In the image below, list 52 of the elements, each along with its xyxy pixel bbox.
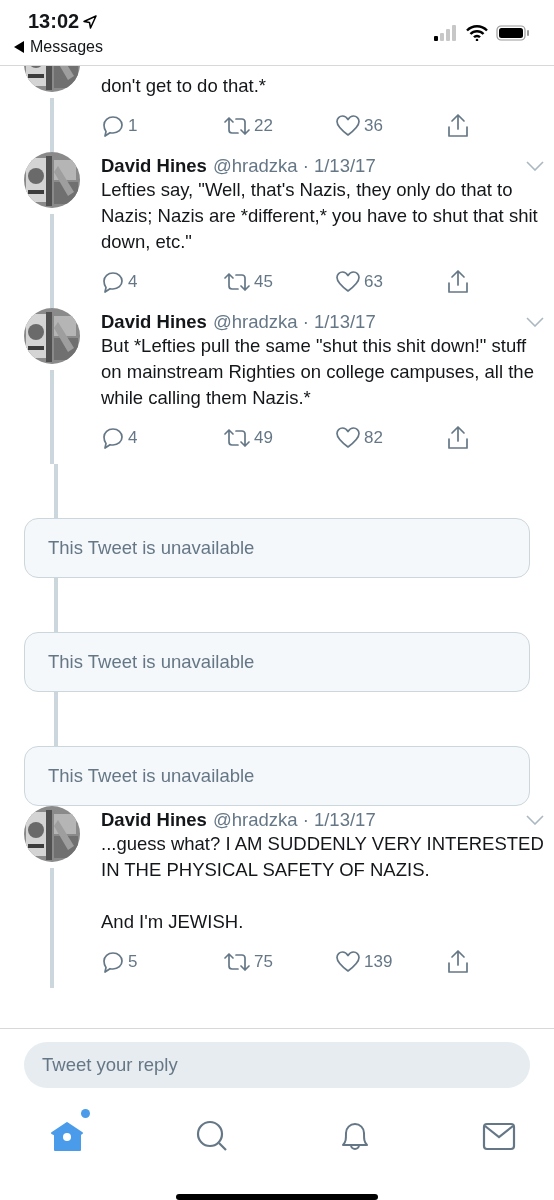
unavailable-tweet-notice: This Tweet is unavailable [24, 746, 530, 806]
like-count: 63 [364, 272, 383, 292]
retweet-icon[interactable] [223, 950, 251, 974]
like-count: 139 [364, 952, 393, 972]
reply-icon[interactable] [101, 270, 125, 294]
heart-icon[interactable] [335, 950, 361, 974]
share-icon[interactable] [446, 113, 470, 139]
share-icon[interactable] [446, 949, 470, 975]
share-icon[interactable] [446, 269, 470, 295]
share-icon[interactable] [446, 425, 470, 451]
retweet-icon[interactable] [223, 426, 251, 450]
handle-date: @hradzka · 1/13/17 [212, 809, 377, 831]
unavailable-tweet-notice: This Tweet is unavailable [24, 518, 530, 578]
author-name[interactable]: David Hines [101, 311, 207, 333]
home-tab[interactable] [50, 1119, 84, 1153]
reply-icon[interactable] [101, 114, 125, 138]
back-triangle-icon[interactable] [14, 41, 24, 53]
retweet-count: 49 [254, 428, 273, 448]
like-count: 36 [364, 116, 383, 136]
reply-count: 1 [128, 116, 138, 136]
tweet-text: But *Lefties pull the same "shut this shit down!" stuff on mainstream Righties on college campuses, all the while calling them Nazis.* [101, 334, 535, 410]
like-count: 82 [364, 428, 383, 448]
tweet-text: ...guess what? I AM SUDDENLY VERY INTERESTED IN THE PHYSICAL SAFETY OF NAZIS. And I'm JEWISH. [101, 832, 544, 934]
author-name[interactable]: David Hines [101, 809, 207, 831]
reply-icon[interactable] [101, 950, 125, 974]
handle-date: @hradzka · 1/13/17 [212, 155, 377, 177]
handle-date: @hradzka · 1/13/17 [212, 311, 377, 333]
clock-time: 13:02 [28, 10, 80, 33]
reply-count: 4 [128, 428, 138, 448]
heart-icon[interactable] [335, 270, 361, 294]
location-arrow-icon [83, 14, 98, 29]
retweet-icon[interactable] [223, 270, 251, 294]
heart-icon[interactable] [335, 114, 361, 138]
retweet-count: 22 [254, 116, 273, 136]
retweet-icon[interactable] [223, 114, 251, 138]
reply-count: 5 [128, 952, 138, 972]
unavailable-tweet-notice: This Tweet is unavailable [24, 632, 530, 692]
signal-icon [434, 25, 458, 41]
reply-field[interactable]: Tweet your reply [24, 1042, 530, 1088]
reply-count: 4 [128, 272, 138, 292]
back-link[interactable]: Messages [30, 38, 103, 56]
tweet-text: don't get to do that.* [101, 74, 268, 98]
retweet-count: 75 [254, 952, 273, 972]
author-name[interactable]: David Hines [101, 155, 207, 177]
wifi-icon [466, 25, 488, 41]
heart-icon[interactable] [335, 426, 361, 450]
tweet-text: Lefties say, "Well, that's Nazis, they only do that to Nazis; Nazis are *different,* you have to shut that shit down, etc." [101, 178, 539, 254]
messages-tab[interactable] [481, 1121, 516, 1151]
battery-icon [496, 25, 530, 41]
reply-icon[interactable] [101, 426, 125, 450]
search-tab[interactable] [194, 1119, 229, 1153]
retweet-count: 45 [254, 272, 273, 292]
